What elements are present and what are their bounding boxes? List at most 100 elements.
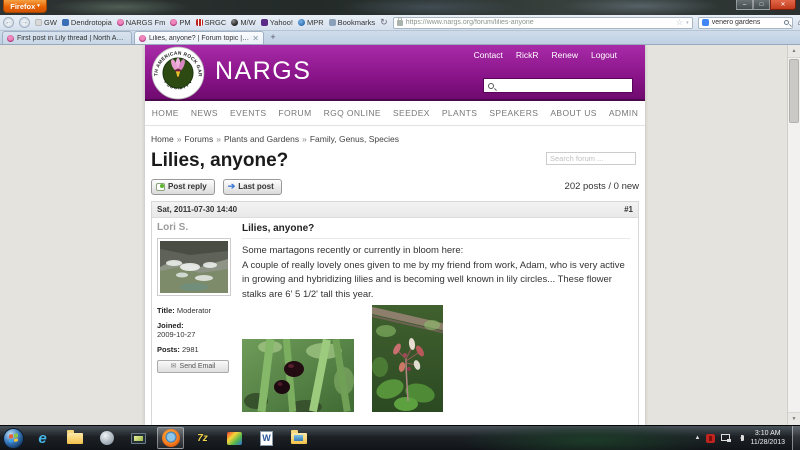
post-image-pink-martagon[interactable] [372, 305, 443, 412]
taskbar-pictures[interactable] [285, 427, 312, 449]
tab-first-post[interactable]: First post in Lily thread | North Ameri.… [2, 31, 132, 44]
crumb-forums[interactable]: Forums [184, 134, 213, 144]
window-controls: – □ ✕ [736, 0, 796, 10]
taskbar-firefox[interactable] [157, 427, 184, 449]
breadcrumb-separator: » [216, 134, 221, 144]
tab-bar: First post in Lily thread | North Ameri.… [0, 31, 800, 45]
page-title: Lilies, anyone? [151, 150, 288, 171]
bookmark-nargs-fm[interactable]: NARGS Fm [117, 18, 166, 27]
bookmark-yahoo[interactable]: Yahoo! [261, 18, 293, 27]
avatar[interactable] [157, 238, 231, 296]
scroll-down-icon[interactable]: ▼ [788, 412, 800, 425]
reload-icon[interactable]: ↻ [380, 17, 388, 28]
search-icon[interactable] [784, 20, 789, 25]
last-post-button[interactable]: ➔ Last post [223, 179, 282, 195]
nargs-logo[interactable]: NORTH AMERICAN ROCK GARDEN • SOCIETY • [151, 46, 205, 100]
post-images [242, 305, 630, 417]
brand-title[interactable]: NARGS [215, 57, 311, 86]
action-row: Post reply ➔ Last post 202 posts / 0 new [145, 178, 645, 195]
new-tab-button[interactable]: + [266, 32, 280, 43]
taskbar-7zip[interactable]: 7z [189, 427, 216, 449]
post-image-dark-martagon[interactable] [242, 339, 354, 412]
nav-forum[interactable]: FORUM [278, 108, 311, 118]
nav-events[interactable]: EVENTS [230, 108, 266, 118]
nav-home[interactable]: HOME [152, 108, 179, 118]
flower-favicon-icon [117, 19, 124, 26]
crumb-plants-gardens[interactable]: Plants and Gardens [224, 134, 299, 144]
header-link-contact[interactable]: Contact [474, 50, 503, 60]
post-number[interactable]: #1 [624, 205, 633, 214]
nav-rgq-online[interactable]: RGQ ONLINE [324, 108, 381, 118]
nav-speakers[interactable]: SPEAKERS [489, 108, 538, 118]
windows-flag-icon [9, 433, 18, 442]
post-body: Lori S. [152, 218, 638, 417]
tray-expand-icon[interactable]: ▲ [695, 435, 701, 441]
taskbar-irfanview[interactable] [221, 427, 248, 449]
header-link-renew[interactable]: Renew [552, 50, 578, 60]
address-bar[interactable]: https://www.nargs.org/forum/lilies-anyon… [393, 17, 693, 29]
nav-about-us[interactable]: ABOUT US [550, 108, 597, 118]
scroll-up-icon[interactable]: ▲ [788, 45, 800, 58]
maximize-icon[interactable]: □ [753, 0, 770, 10]
forum-post: Sat, 2011-07-30 14:40 #1 Lori S. [151, 201, 639, 425]
7zip-icon: 7z [197, 433, 208, 444]
pictures-folder-icon [291, 433, 307, 444]
back-icon[interactable]: ← [3, 17, 14, 28]
reply-bubble-icon [156, 183, 165, 191]
taskbar-hp[interactable] [93, 427, 120, 449]
author-name[interactable]: Lori S. [157, 222, 231, 233]
header-link-logout[interactable]: Logout [591, 50, 617, 60]
tab-lilies-anyone[interactable]: Lilies, anyone? | Forum topic | North ..… [134, 31, 264, 44]
breadcrumb: Home»Forums»Plants and Gardens»Family, G… [151, 134, 645, 145]
search-icon [488, 83, 494, 89]
antivirus-icon[interactable] [706, 434, 715, 443]
scrollbar-thumb[interactable] [789, 59, 799, 123]
forum-search-input[interactable] [546, 152, 636, 165]
scrollbar[interactable]: ▲ ▼ [787, 45, 800, 425]
taskbar-remote-desktop[interactable] [125, 427, 152, 449]
yahoo-favicon-icon [261, 19, 268, 26]
nav-news[interactable]: NEWS [191, 108, 218, 118]
browser-search-value: venero gardens [712, 19, 761, 26]
post-reply-button[interactable]: Post reply [151, 179, 215, 195]
forward-icon[interactable]: → [19, 17, 30, 28]
taskbar-clock[interactable]: 3:10 AM 11/28/2013 [750, 429, 785, 447]
start-button[interactable] [3, 428, 24, 449]
taskbar-internet-explorer[interactable]: e [29, 427, 56, 449]
browser-search-box[interactable]: venero gardens [698, 17, 793, 29]
bookmark-bookmarks[interactable]: Bookmarks [329, 18, 376, 27]
header-link-account[interactable]: RickR [516, 50, 539, 60]
bookmark-star-icon[interactable]: ☆ [676, 19, 683, 27]
arrow-right-icon: ➔ [228, 182, 236, 191]
clock-time: 3:10 AM [750, 429, 785, 438]
crumb-home[interactable]: Home [151, 134, 174, 144]
nargs-favicon-icon [7, 35, 14, 42]
taskbar-word[interactable]: W [253, 427, 280, 449]
minimize-icon[interactable]: – [736, 0, 753, 10]
bookmark-mpr[interactable]: MPR [298, 18, 324, 27]
post-header: Sat, 2011-07-30 14:40 #1 [152, 202, 638, 218]
firefox-menu-button[interactable]: Firefox ▾ [3, 0, 47, 13]
show-desktop-button[interactable] [792, 426, 800, 450]
nav-admin[interactable]: ADMIN [609, 108, 638, 118]
envelope-icon: ✉ [171, 363, 177, 370]
bookmark-dendrotopia[interactable]: Dendrotopia [62, 18, 112, 27]
close-tab-icon[interactable]: ✕ [252, 34, 259, 43]
crumb-family-genus-species[interactable]: Family, Genus, Species [310, 134, 399, 144]
network-icon[interactable] [721, 434, 731, 442]
volume-icon[interactable] [737, 435, 744, 441]
chevron-down-icon[interactable]: ▾ [686, 20, 689, 26]
taskbar-windows-explorer[interactable] [61, 427, 88, 449]
bookmark-pm[interactable]: PM [170, 18, 190, 27]
site-search-input[interactable] [497, 80, 617, 91]
nav-plants[interactable]: PLANTS [442, 108, 477, 118]
close-icon[interactable]: ✕ [770, 0, 796, 10]
bookmark-mw[interactable]: M/W [231, 18, 255, 27]
bookmark-srgc[interactable]: SRGC [196, 18, 227, 27]
nav-seedex[interactable]: SEEDEX [393, 108, 430, 118]
window-titlebar: Firefox ▾ – □ ✕ [0, 0, 800, 15]
bookmark-gw[interactable]: GW [35, 18, 57, 27]
send-email-button[interactable]: ✉ Send Email [157, 360, 229, 373]
search-engine-icon[interactable] [702, 19, 709, 26]
site-search-box[interactable] [483, 78, 633, 93]
